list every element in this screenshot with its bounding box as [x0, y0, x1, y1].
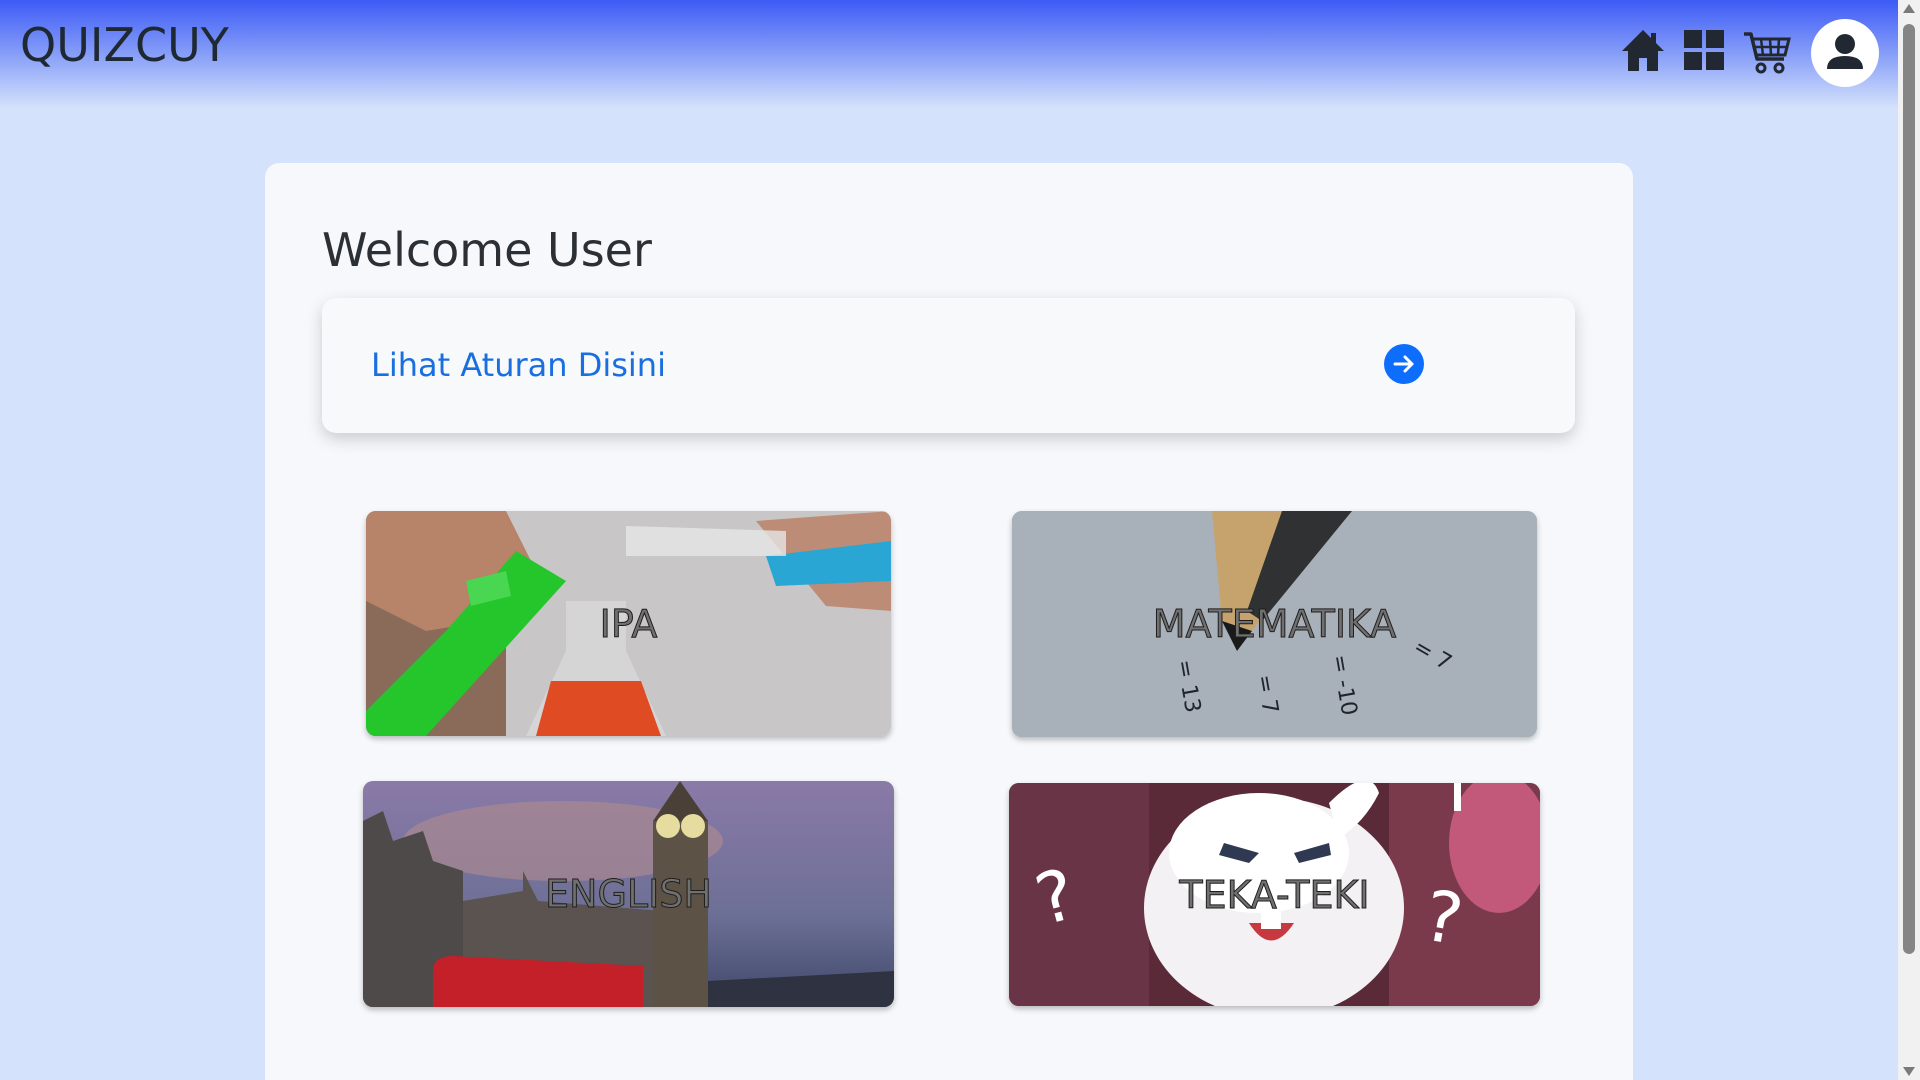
dashboard-grid-icon[interactable] [1683, 29, 1725, 71]
home-icon[interactable] [1620, 27, 1666, 73]
scroll-down-icon[interactable] [1903, 1067, 1915, 1076]
subject-label-english: ENGLISH [545, 872, 713, 917]
arrow-right-icon[interactable] [1384, 344, 1424, 384]
welcome-card: Welcome User Lihat Aturan Disini IPA = 1… [265, 163, 1633, 1080]
scroll-thumb[interactable] [1903, 24, 1915, 954]
user-avatar-icon [1827, 34, 1863, 69]
subject-label-teka-teki: TEKA-TEKI [1179, 872, 1370, 917]
subject-card-matematika[interactable]: = 13 = 7 = -10 = 7 MATEMATIKA [1012, 511, 1537, 737]
scroll-up-icon[interactable] [1903, 4, 1915, 13]
rules-link[interactable]: Lihat Aturan Disini [371, 346, 666, 384]
shopping-cart-icon[interactable] [1742, 29, 1792, 75]
page-scrollbar[interactable] [1898, 0, 1920, 1080]
subject-card-teka-teki[interactable]: ? ? TEKA-TEKI [1009, 783, 1540, 1006]
user-avatar[interactable] [1811, 19, 1879, 87]
top-navbar: QUIZCUY [0, 0, 1898, 108]
subject-label-matematika: MATEMATIKA [1152, 602, 1397, 647]
welcome-heading: Welcome User [322, 223, 652, 277]
rules-card[interactable]: Lihat Aturan Disini [322, 298, 1575, 433]
brand-logo[interactable]: QUIZCUY [20, 18, 229, 72]
subject-label-ipa: IPA [599, 601, 658, 646]
subject-card-ipa[interactable]: IPA [366, 511, 891, 736]
subject-card-english[interactable]: ENGLISH [363, 781, 894, 1007]
